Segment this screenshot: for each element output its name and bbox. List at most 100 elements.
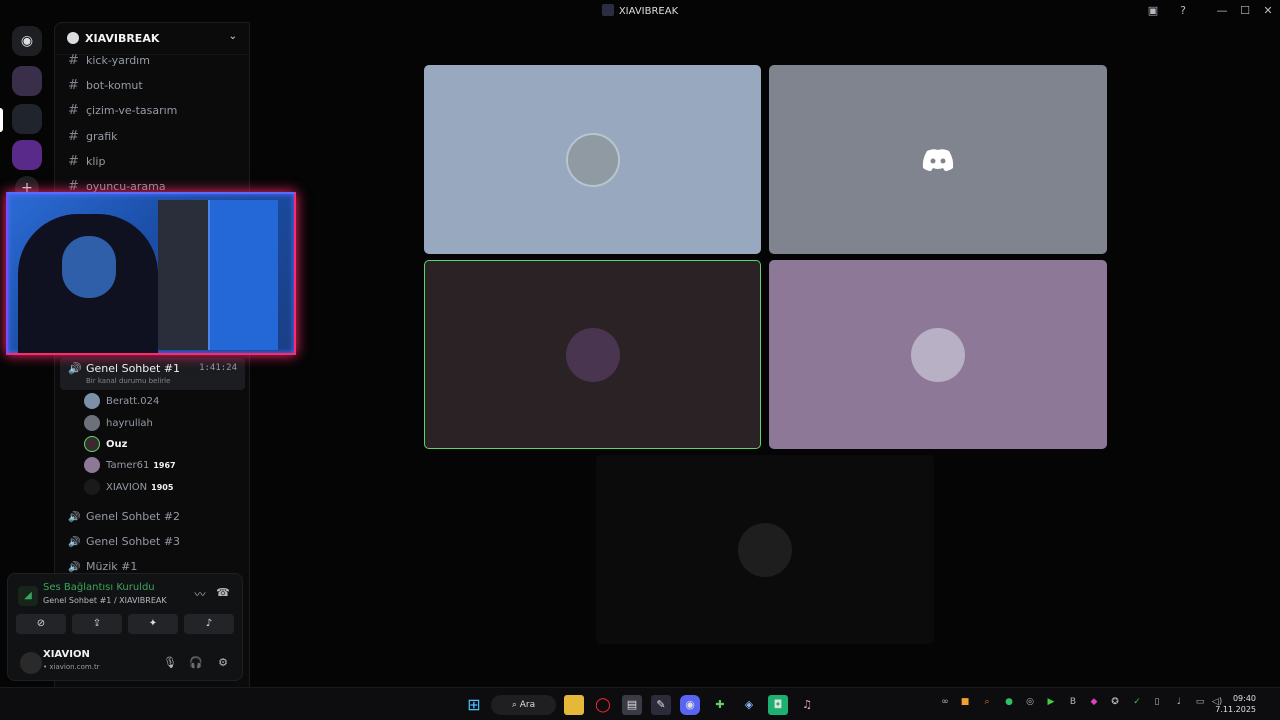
channel-item[interactable]: # grafik xyxy=(62,126,242,148)
tray-icon[interactable]: ⌕ xyxy=(980,697,994,707)
participant-tile[interactable] xyxy=(596,455,934,644)
channel-status[interactable]: Bir kanal durumu belirle xyxy=(86,377,170,385)
channel-item[interactable]: # çizim-ve-tasarım xyxy=(62,100,242,122)
minimize-button[interactable]: — xyxy=(1214,3,1230,19)
noise-suppression-icon[interactable]: 〰 xyxy=(192,586,208,602)
speaker-icon: 🔊 xyxy=(68,362,82,375)
server-thumb-icon xyxy=(601,4,614,16)
maximize-button[interactable]: ☐ xyxy=(1237,3,1253,19)
music-icon[interactable]: ♫ xyxy=(797,695,817,715)
avatar xyxy=(84,436,100,452)
voice-user-panel: ◢ Ses Bağlantısı Kuruldu Genel Sohbet #1… xyxy=(7,573,243,681)
clock-time: 09:40 xyxy=(1232,694,1256,703)
soundboard-button[interactable]: ♪ xyxy=(184,614,234,634)
app-icon[interactable]: ◈ xyxy=(739,695,759,715)
windows-taskbar: ⊞ ⌕ Ara ◯ ▤ ✎ ◉ ✚ ◈ ◘ ♫ ∞ ■ ⌕ ● ◎ ▶ B ◆ … xyxy=(0,687,1280,720)
headphones-icon[interactable]: 🎧 xyxy=(188,656,204,669)
taskbar-search[interactable]: ⌕ Ara xyxy=(491,695,556,715)
chevron-down-icon[interactable]: ⌄ xyxy=(229,31,237,42)
app-icon[interactable]: ✎ xyxy=(651,695,671,715)
server-icon[interactable] xyxy=(12,104,42,134)
user-name: Tamer61 1967 xyxy=(106,460,176,471)
discord-taskbar-icon[interactable]: ◉ xyxy=(680,695,700,715)
share-screen-button[interactable]: ⇪ xyxy=(72,614,122,634)
tray-icon[interactable]: ◎ xyxy=(1023,697,1037,707)
avatar xyxy=(738,522,792,577)
hash-icon: # xyxy=(68,154,79,169)
opera-icon[interactable]: ◯ xyxy=(593,695,613,715)
tray-icon[interactable]: ▶ xyxy=(1044,697,1058,707)
channel-item[interactable]: # kick-yardım xyxy=(62,50,242,72)
discord-home-icon[interactable]: ◉ xyxy=(12,26,42,56)
microphone-icon[interactable]: ♩ xyxy=(1172,697,1186,707)
store-icon[interactable]: ▤ xyxy=(622,695,642,715)
connection-status: Ses Bağlantısı Kuruldu xyxy=(43,582,155,593)
hash-icon: # xyxy=(68,129,79,144)
participant-tile[interactable] xyxy=(769,260,1107,449)
server-icon[interactable] xyxy=(12,140,42,170)
window-title: XIAVIBREAK xyxy=(0,4,1280,17)
tray-icon[interactable]: ◆ xyxy=(1087,697,1101,707)
voice-channel-active[interactable]: 🔊 Genel Sohbet #1 1:41:24 Bir kanal duru… xyxy=(60,358,245,390)
network-icon[interactable]: ▭ xyxy=(1193,697,1207,707)
gear-icon[interactable]: ⚙ xyxy=(215,656,231,669)
tray-icon[interactable]: ∞ xyxy=(938,697,952,707)
hash-icon: # xyxy=(68,103,79,118)
user-status: • xiavion.com.tr xyxy=(43,663,100,671)
streamer-silhouette xyxy=(18,214,158,353)
avatar xyxy=(565,132,620,187)
participant-tile-speaking[interactable] xyxy=(424,260,761,449)
app-icon[interactable]: ◘ xyxy=(768,695,788,715)
tray-icon[interactable]: ● xyxy=(1002,697,1016,707)
taskbar-clock[interactable]: 09:40 7.11.2025 xyxy=(1215,693,1256,715)
server-selected-pill xyxy=(0,108,3,132)
webcam-overlay xyxy=(6,192,296,355)
participant-tile[interactable] xyxy=(424,65,761,254)
disconnect-icon[interactable]: ☎ xyxy=(215,586,231,599)
user-name: XIAVION xyxy=(43,649,90,660)
windows-start-icon[interactable]: ⊞ xyxy=(464,695,484,715)
tray-icon[interactable]: ✓ xyxy=(1130,697,1144,707)
voice-user[interactable]: XIAVION 1905 xyxy=(84,478,244,498)
microphone-icon[interactable]: 🎙 xyxy=(162,656,178,669)
close-button[interactable]: ✕ xyxy=(1260,3,1276,19)
server-badge-icon xyxy=(67,32,79,44)
voice-channel-item[interactable]: 🔊 Genel Sohbet #3 xyxy=(62,531,242,553)
app-icon[interactable]: ✚ xyxy=(710,695,730,715)
discord-logo-icon xyxy=(922,148,954,171)
avatar xyxy=(84,479,100,495)
voice-user[interactable]: hayrullah xyxy=(84,414,244,434)
inbox-icon[interactable]: ▣ xyxy=(1145,3,1161,19)
hash-icon: # xyxy=(68,78,79,93)
file-explorer-icon[interactable] xyxy=(564,695,584,715)
speaker-icon: 🔊 xyxy=(68,512,81,523)
voice-user[interactable]: Tamer61 1967 xyxy=(84,456,244,476)
background-wall xyxy=(158,200,214,350)
voice-channel-item[interactable]: 🔊 Genel Sohbet #2 xyxy=(62,506,242,528)
channel-item[interactable]: # klip xyxy=(62,151,242,173)
hash-icon: # xyxy=(68,53,79,68)
speaker-icon: 🔊 xyxy=(68,537,81,548)
voice-timer: 1:41:24 xyxy=(199,363,237,373)
activities-button[interactable]: ✦ xyxy=(128,614,178,634)
camera-toggle-button[interactable]: ⊘ xyxy=(16,614,66,634)
battery-icon[interactable]: ▯ xyxy=(1150,697,1164,707)
help-icon[interactable]: ? xyxy=(1175,3,1191,19)
user-badge: 1967 xyxy=(153,461,176,470)
avatar[interactable] xyxy=(20,652,42,674)
participant-tile[interactable] xyxy=(769,65,1107,254)
channel-item[interactable]: # bot-komut xyxy=(62,75,242,97)
user-name: XIAVION 1905 xyxy=(106,482,174,493)
avatar xyxy=(911,327,965,382)
tray-icon[interactable]: ■ xyxy=(958,697,972,707)
voice-user[interactable]: Ouz xyxy=(84,435,244,455)
server-icon[interactable] xyxy=(12,66,42,96)
voice-channel-name: Genel Sohbet #1 xyxy=(86,362,181,375)
signal-icon[interactable]: ◢ xyxy=(18,586,38,606)
avatar xyxy=(84,415,100,431)
tray-icon[interactable]: ✪ xyxy=(1108,697,1122,707)
user-badge: 1905 xyxy=(151,483,174,492)
tray-icon[interactable]: B xyxy=(1066,697,1080,707)
clock-date: 7.11.2025 xyxy=(1215,705,1256,714)
voice-user[interactable]: Beratt.024 xyxy=(84,392,244,412)
